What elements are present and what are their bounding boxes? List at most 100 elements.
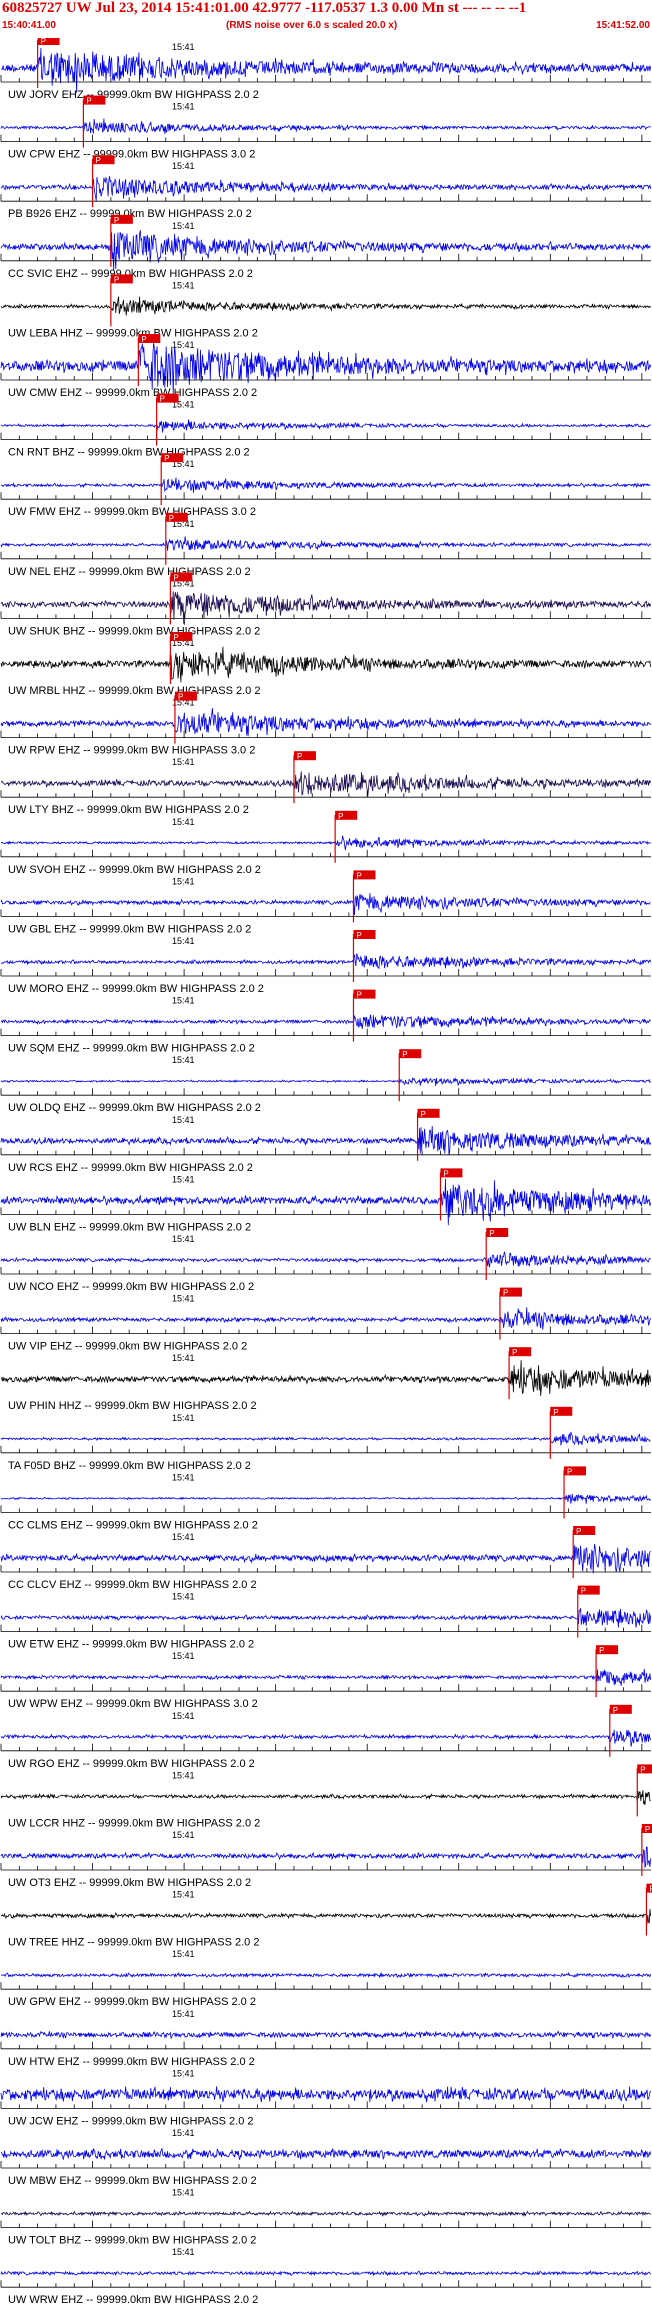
minute-tick-label: 15:41 — [172, 1651, 195, 1661]
minute-tick-label: 15:41 — [172, 817, 195, 827]
waveform-line — [0, 953, 651, 970]
trace-33: 15:41 UW GPW EHZ -- 99999.0km BW HIGHPASS… — [0, 1949, 651, 2008]
waveform-line — [0, 708, 651, 737]
trace-29: 15:41 UW RGO EHZ -- 99999.0km BW HIGHPASS… — [0, 1704, 651, 1770]
rms-note: (RMS noise over 6.0 s scaled 20.0 x) — [226, 20, 398, 31]
minute-tick-label: 15:41 — [172, 102, 195, 112]
station-label: UW JORV EHZ -- 99999.0km BW HIGHPASS 2.0… — [8, 89, 259, 101]
pick-label: P — [41, 38, 46, 46]
minute-tick-label: 15:41 — [172, 221, 195, 231]
trace-2: 15:41 UW CPW EHZ -- 99999.0km BW HIGHPASS… — [0, 95, 651, 161]
waveform-line — [0, 176, 651, 202]
waveform-line — [0, 1668, 651, 1686]
station-label: UW NCO EHZ -- 99999.0km BW HIGHPASS 2.0 … — [8, 1281, 254, 1293]
pick-label: P — [297, 752, 302, 761]
minute-tick-label: 15:41 — [172, 1711, 195, 1721]
minute-tick-label: 15:41 — [172, 1949, 195, 1959]
pick-label: P — [141, 335, 146, 344]
trace-37: 15:41 UW TOLT BHZ -- 99999.0km BW HIGHPAS… — [0, 2188, 651, 2247]
pick-label: P — [356, 871, 361, 880]
trace-12: 15:41UW RPW EHZ -- 99999.0km BW HIGHPASS… — [0, 691, 651, 757]
station-label: UW MORO EHZ -- 99999.0km BW HIGHPASS 2.0… — [8, 983, 264, 995]
waveform-line — [0, 419, 651, 433]
station-label: UW WPW EHZ -- 99999.0km BW HIGHPASS 3.0 … — [8, 1698, 258, 1710]
pick-label: P — [96, 156, 101, 165]
trace-28: 15:41 UW WPW EHZ -- 99999.0km BW HIGHPASS… — [0, 1645, 651, 1710]
start-time-label: 15:40:41.00 — [2, 20, 56, 31]
station-label: UW JCW EHZ -- 99999.0km BW HIGHPASS 2.0 … — [8, 2115, 254, 2127]
trace-10: 15:41UW SHUK BHZ -- 99999.0km BW HIGHPAS… — [0, 572, 651, 637]
waveform-line — [0, 893, 651, 916]
trace-5: 15:41 UW LEBA HHZ -- 99999.0km BW HIGHPAS… — [0, 274, 651, 339]
minute-tick-label: 15:41 — [172, 876, 195, 886]
station-label: UW OT3 EHZ -- 99999.0km BW HIGHPASS 2.0 … — [8, 1877, 251, 1889]
station-label: UW VIP EHZ -- 99999.0km BW HIGHPASS 2.0 … — [8, 1341, 247, 1353]
trace-26: 15:41 CC CLCV EHZ -- 99999.0km BW HIGHPAS… — [0, 1526, 651, 1591]
end-time-label: 15:41:52.00 — [596, 20, 650, 31]
pick-label: P — [356, 991, 361, 1000]
pick-label: P — [503, 1289, 508, 1298]
pick-label: P — [173, 633, 178, 642]
waveform-line — [0, 1608, 651, 1628]
station-label: UW GBL EHZ -- 99999.0km BW HIGHPASS 2.0 … — [8, 923, 251, 935]
trace-30: 15:41 UW LCCR HHZ -- 99999.0km BW HIGHPAS… — [0, 1764, 652, 1829]
waveform-line — [0, 1543, 651, 1574]
trace-23: 15:41 UW PHIN HHZ -- 99999.0km BW HIGHPAS… — [0, 1347, 651, 1412]
station-label: TA F05D BHZ -- 99999.0km BW HIGHPASS 2.0… — [8, 1460, 251, 1472]
waveform-line — [0, 477, 651, 493]
trace-21: 15:41 UW NCO EHZ -- 99999.0km BW HIGHPASS… — [0, 1228, 651, 1293]
waveform-line — [0, 771, 651, 797]
station-label: CN RNT BHZ -- 99999.0km BW HIGHPASS 2.0 … — [8, 447, 250, 459]
station-label: UW GPW EHZ -- 99999.0km BW HIGHPASS 2.0 … — [8, 1996, 256, 2008]
pick-label: P — [553, 1408, 558, 1417]
trace-32: 15:41 UW TREE HHZ -- 99999.0km BW HIGHPAS… — [0, 1883, 652, 1949]
trace-17: 15:41 UW SQM EHZ -- 99999.0km BW HIGHPASS… — [0, 989, 651, 1055]
waveform-line — [0, 296, 651, 316]
station-label: UW SQM EHZ -- 99999.0km BW HIGHPASS 2.0 … — [8, 1043, 255, 1055]
waveform-line — [0, 1846, 651, 1869]
station-label: UW BLN EHZ -- 99999.0km BW HIGHPASS 2.0 … — [8, 1221, 251, 1233]
station-label: UW TOLT BHZ -- 99999.0km BW HIGHPASS 2.0… — [8, 2235, 256, 2247]
pick-label: P — [576, 1527, 581, 1536]
trace-11: 15:41UW MRBL HHZ -- 99999.0km BW HIGHPAS… — [0, 632, 651, 697]
minute-tick-label: 15:41 — [172, 1770, 195, 1780]
waveform-line — [0, 2270, 651, 2277]
waveform-line — [0, 1493, 651, 1504]
waveform-line — [0, 1729, 651, 1747]
trace-1: 15:41 UW JORV EHZ -- 99999.0km BW HIGHPAS… — [0, 38, 651, 101]
minute-tick-label: 15:41 — [172, 1234, 195, 1244]
minute-tick-label: 15:41 — [172, 2128, 195, 2138]
pick-label: P — [640, 1765, 645, 1774]
station-label: UW TREE HHZ -- 99999.0km BW HIGHPASS 2.0… — [8, 1937, 259, 1949]
trace-36: 15:41 UW MBW EHZ -- 99999.0km BW HIGHPASS… — [0, 2128, 651, 2187]
waveform-line — [0, 118, 651, 134]
trace-27: 15:41 UW ETW EHZ -- 99999.0km BW HIGHPASS… — [0, 1585, 651, 1651]
minute-tick-label: 15:41 — [172, 340, 195, 350]
waveform-line — [0, 1307, 651, 1330]
station-label: UW RCS EHZ -- 99999.0km BW HIGHPASS 2.0 … — [8, 1162, 253, 1174]
minute-tick-label: 15:41 — [172, 2068, 195, 2078]
trace-19: 15:41 UW RCS EHZ -- 99999.0km BW HIGHPASS… — [0, 1108, 651, 1174]
pick-label: P — [169, 514, 174, 523]
minute-tick-label: 15:41 — [172, 1830, 195, 1840]
trace-20: 15:41 UW BLN EHZ -- 99999.0km BW HIGHPASS… — [0, 1168, 651, 1233]
station-label: UW SVOH EHZ -- 99999.0km BW HIGHPASS 2.0… — [8, 864, 261, 876]
waveform-line — [0, 1360, 651, 1396]
station-label: UW CMW EHZ -- 99999.0km BW HIGHPASS 2.0 … — [8, 387, 257, 399]
pick-label: P — [114, 216, 119, 225]
station-label: UW WRW EHZ -- 99999.0km BW HIGHPASS 2.0 … — [8, 2294, 258, 2306]
station-label: UW RGO EHZ -- 99999.0km BW HIGHPASS 2.0 … — [8, 1758, 255, 1770]
time-range-bar: 15:40:41.00 (RMS noise over 6.0 s scaled… — [0, 20, 652, 36]
pick-label: P — [512, 1348, 517, 1357]
pick-label: P — [421, 1110, 426, 1119]
waveform-line — [0, 2086, 651, 2103]
minute-tick-label: 15:41 — [172, 1174, 195, 1184]
waveform-line — [0, 1014, 651, 1029]
minute-tick-label: 15:41 — [172, 1472, 195, 1482]
station-label: UW MRBL HHZ -- 99999.0km BW HIGHPASS 2.0… — [8, 685, 260, 697]
event-title: 60825727 UW Jul 23, 2014 15:41:01.00 42.… — [2, 0, 527, 16]
station-label: UW OLDQ EHZ -- 99999.0km BW HIGHPASS 2.0… — [8, 1102, 261, 1114]
pick-label: P — [356, 931, 361, 940]
waveform-line — [0, 1790, 651, 1806]
waveform-line — [0, 1077, 651, 1087]
